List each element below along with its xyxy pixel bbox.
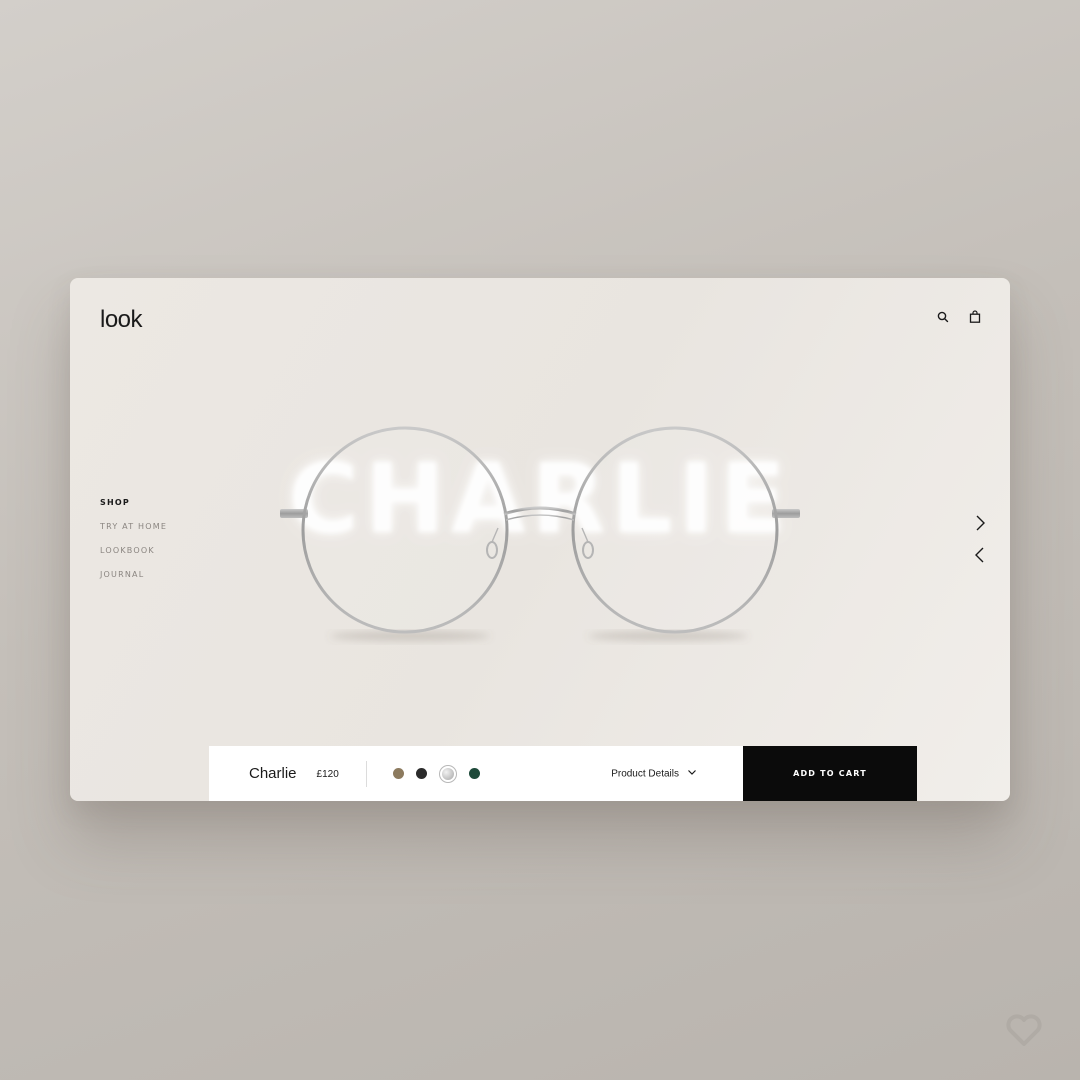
add-to-cart-button[interactable]: ADD TO CART <box>743 746 917 801</box>
heart-icon[interactable] <box>1006 1014 1042 1046</box>
chevron-left-icon[interactable] <box>972 546 988 564</box>
swatch-silver[interactable] <box>438 764 457 783</box>
glasses-image <box>280 426 800 641</box>
swatch-silver-fill <box>441 767 454 780</box>
chevron-down-icon <box>687 768 697 779</box>
product-info: Charlie £120 Product Details <box>209 746 743 801</box>
product-name: Charlie <box>249 765 297 782</box>
header-icons <box>936 310 982 324</box>
product-bar: Charlie £120 Product Details ADD TO CART <box>209 746 917 801</box>
swatch-tortoise[interactable] <box>392 768 404 779</box>
product-details-label: Product Details <box>611 768 679 779</box>
product-card: look SHOP TRY AT HOME LOOKBOOK JOURNAL C… <box>70 278 1010 801</box>
swatch-black[interactable] <box>415 768 427 779</box>
nav-item-shop[interactable]: SHOP <box>100 498 167 507</box>
nav-item-try-at-home[interactable]: TRY AT HOME <box>100 522 167 531</box>
chevron-right-icon[interactable] <box>972 514 988 532</box>
brand-logo[interactable]: look <box>100 306 143 334</box>
nav-item-journal[interactable]: JOURNAL <box>100 570 167 579</box>
shopping-bag-icon[interactable] <box>968 310 982 324</box>
carousel-arrows <box>972 514 988 564</box>
divider <box>365 760 367 787</box>
search-icon[interactable] <box>936 310 950 324</box>
nav-item-lookbook[interactable]: LOOKBOOK <box>100 546 167 555</box>
main-nav: SHOP TRY AT HOME LOOKBOOK JOURNAL <box>100 498 167 594</box>
product-price: £120 <box>316 769 339 780</box>
product-details-toggle[interactable]: Product Details <box>611 768 697 779</box>
color-swatches <box>392 764 480 783</box>
swatch-green[interactable] <box>468 768 480 779</box>
